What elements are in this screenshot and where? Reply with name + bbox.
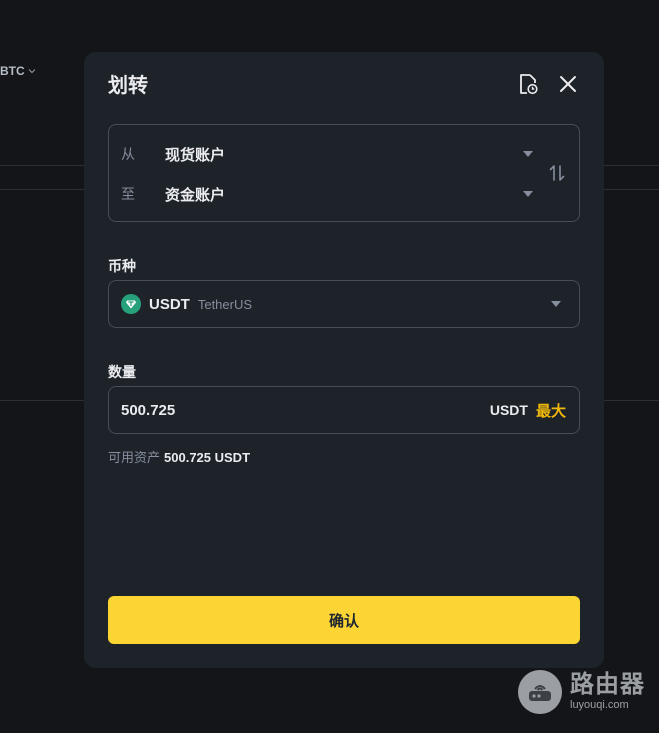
from-account-value: 现货账户 (165, 146, 226, 164)
from-label: 从 (121, 146, 135, 162)
available-label: 可用资产 (108, 450, 161, 465)
dialog-title: 划转 (108, 75, 148, 97)
coin-select[interactable]: USDT TetherUS (108, 280, 580, 328)
to-label: 至 (121, 186, 135, 202)
asset-selector-label: BTC (0, 64, 25, 78)
available-value: 500.725 USDT (164, 450, 251, 465)
amount-unit: USDT (489, 402, 528, 418)
watermark-url: luyouqi.com (570, 699, 629, 711)
to-account-select[interactable]: 至 资金账户 (121, 182, 533, 206)
caret-down-icon (551, 301, 561, 307)
swap-icon[interactable] (547, 163, 567, 183)
coin-label: 币种 (108, 258, 136, 274)
from-account-select[interactable]: 从 现货账户 (121, 142, 533, 166)
amount-field: USDT 最大 (108, 386, 580, 434)
close-icon[interactable] (556, 72, 580, 96)
coin-name: TetherUS (197, 296, 253, 312)
chevron-down-icon (28, 69, 36, 74)
amount-label: 数量 (108, 364, 136, 380)
transfer-dialog: 划转 从 现货账户 至 资金账户 币种 USDT TetherUS 数量 500… (84, 52, 604, 668)
confirm-button[interactable]: 确认 (108, 596, 580, 644)
router-logo-icon (518, 670, 562, 714)
amount-input[interactable] (121, 401, 490, 419)
available-balance: 可用资产 500.725 USDT (108, 447, 250, 466)
transfer-accounts-panel: 从 现货账户 至 资金账户 (108, 124, 580, 222)
history-icon[interactable] (516, 72, 540, 96)
coin-symbol: USDT (149, 295, 190, 313)
asset-selector[interactable]: BTC (0, 64, 37, 78)
watermark-title: 路由器 (570, 671, 645, 698)
to-account-value: 资金账户 (165, 186, 226, 204)
watermark: 路由器 luyouqi.com (518, 670, 645, 714)
caret-down-icon (523, 191, 533, 197)
usdt-icon (121, 294, 141, 314)
caret-down-icon (523, 151, 533, 157)
max-button[interactable]: 最大 (536, 400, 566, 421)
